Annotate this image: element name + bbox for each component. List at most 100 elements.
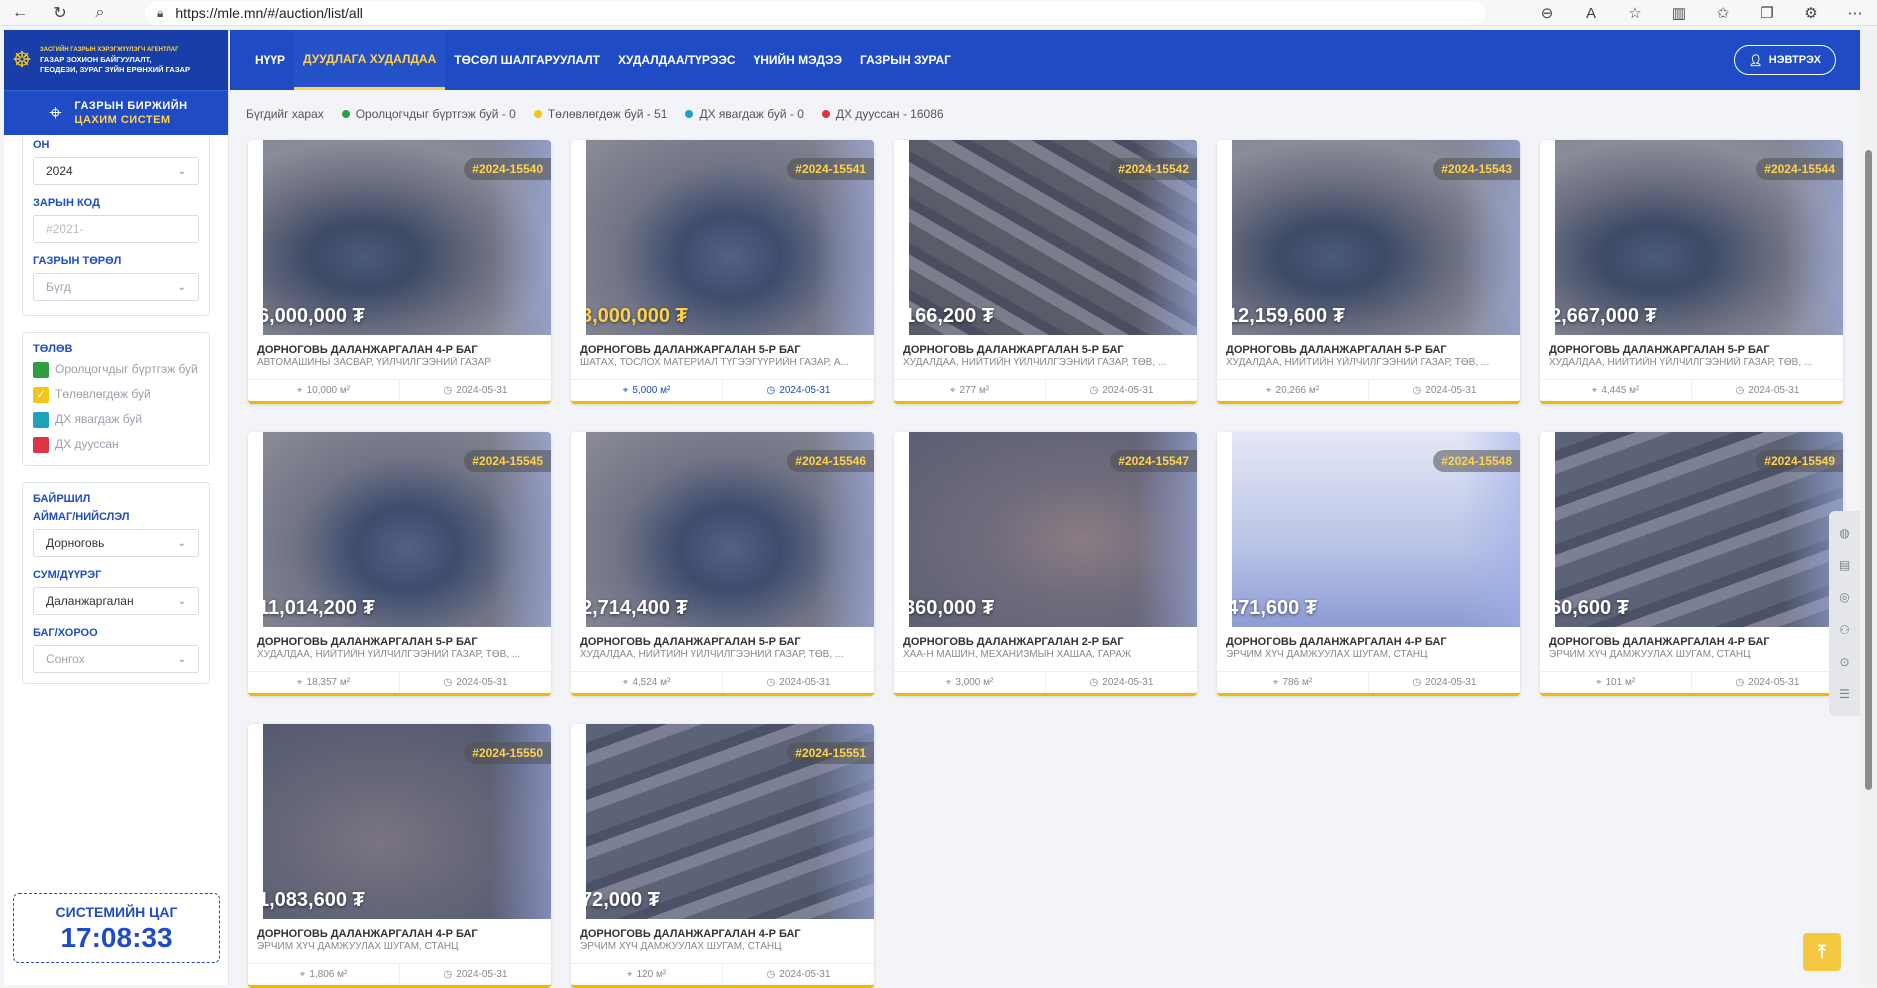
checkbox-icon[interactable] [33, 412, 49, 428]
more-icon[interactable]: ⋯ [1833, 4, 1877, 22]
nav-price-info[interactable]: ҮНИЙН МЭДЭЭ [745, 30, 851, 90]
list-icon[interactable]: ☰ [1839, 687, 1850, 701]
land-type-value: Бүгд [46, 280, 71, 294]
status-item-in-progress[interactable]: ДХ явагдаж буй [33, 411, 199, 428]
favorite-star-icon[interactable]: ☆ [1613, 4, 1657, 22]
location-panel: БАЙРШИЛ АЙМАГ/НИЙСЛЭЛ Дорноговь ⌄ СУМ/ДҮ… [22, 482, 210, 684]
card-meta: ⌖ 3,000 м² ◷ 2024-05-31 [894, 671, 1197, 693]
code-input[interactable]: #2021- [33, 215, 199, 243]
coins-icon[interactable]: ◎ [1839, 590, 1849, 604]
auction-card[interactable]: #2024-15550 1,083,600 ₮ ДОРНОГОВЬ ДАЛАНЖ… [248, 724, 551, 988]
scroll-to-top-button[interactable]: ⤒ [1803, 933, 1841, 971]
agency-logo[interactable]: ☸ ЗАСГИЙН ГАЗРЫН ХЭРЭГЖҮҮЛЭГЧ АГЕНТЛАГ Г… [4, 30, 228, 90]
auction-card[interactable]: #2024-15549 60,600 ₮ ДОРНОГОВЬ ДАЛАНЖАРГ… [1540, 432, 1843, 696]
search-person-icon[interactable]: ⊙ [1839, 655, 1849, 669]
satellite-image[interactable]: #2024-15544 2,667,000 ₮ [1555, 140, 1843, 335]
scrollbar[interactable] [1860, 30, 1877, 985]
sum-select[interactable]: Даланжаргалан ⌄ [33, 587, 199, 615]
satellite-image[interactable]: #2024-15542 166,200 ₮ [909, 140, 1197, 335]
card-meta: ⌖ 10,000 м² ◷ 2024-05-31 [248, 379, 551, 401]
login-button[interactable]: 👤︎ НЭВТРЭХ [1733, 45, 1836, 75]
area-value: 786 м² [1282, 677, 1313, 688]
legend-finished[interactable]: ДХ дууссан - 16086 [821, 107, 944, 121]
auction-card[interactable]: #2024-15545 11,014,200 ₮ ДОРНОГОВЬ ДАЛАН… [248, 432, 551, 696]
year-select[interactable]: 2024 ⌄ [33, 157, 199, 185]
satellite-image[interactable]: #2024-15548 471,600 ₮ [1232, 432, 1520, 627]
satellite-image[interactable]: #2024-15549 60,600 ₮ [1555, 432, 1843, 627]
legend-in-progress[interactable]: ДХ явагдаж буй - 0 [685, 107, 804, 121]
exchange-line-1: ГАЗРЫН БИРЖИЙН [74, 100, 188, 112]
auction-code-badge: #2024-15541 [787, 158, 874, 180]
status-item-finished[interactable]: ДХ дууссан [33, 436, 199, 453]
satellite-image[interactable]: #2024-15551 72,000 ₮ [586, 724, 874, 919]
card-date: ◷ 2024-05-31 [1368, 672, 1520, 693]
card-area: ⌖ 5,000 м² [571, 380, 722, 401]
back-icon[interactable]: ← [0, 0, 40, 26]
yellow-dot-icon [533, 110, 542, 118]
checked-checkbox-icon[interactable]: ✓ [33, 387, 49, 403]
nav-land-map[interactable]: ГАЗРЫН ЗУРАГ [851, 30, 960, 90]
split-screen-icon[interactable]: ▥ [1657, 4, 1701, 22]
auction-card[interactable]: #2024-15540 6,000,000 ₮ ДОРНОГОВЬ ДАЛАНЖ… [248, 140, 551, 404]
nav-sale-rent[interactable]: ХУДАЛДАА/ТҮРЭЭС [609, 30, 745, 90]
filter-panel-main: ОН 2024 ⌄ ЗАРЫН КОД #2021- ГАЗРЫН ТӨРӨЛ … [22, 135, 210, 316]
legend-label: ДХ дууссан - 16086 [835, 107, 944, 121]
auction-card[interactable]: #2024-15551 72,000 ₮ ДОРНОГОВЬ ДАЛАНЖАРГ… [571, 724, 874, 988]
lock-icon: 🔒︎ [157, 5, 164, 20]
satellite-image[interactable]: #2024-15550 1,083,600 ₮ [263, 724, 551, 919]
auction-card[interactable]: #2024-15546 2,714,400 ₮ ДОРНОГОВЬ ДАЛАНЖ… [571, 432, 874, 696]
zoom-out-icon[interactable]: ⊖ [1525, 4, 1569, 22]
price-label: 1,083,600 ₮ [263, 889, 365, 911]
document-icon[interactable]: ▤ [1839, 558, 1850, 572]
satellite-image[interactable]: #2024-15546 2,714,400 ₮ [586, 432, 874, 627]
auction-card[interactable]: #2024-15542 166,200 ₮ ДОРНОГОВЬ ДАЛАНЖАР… [894, 140, 1197, 404]
checkbox-icon[interactable] [33, 362, 49, 378]
extensions-icon[interactable]: ⚙ [1789, 4, 1833, 22]
nav-project-selection[interactable]: ТӨСӨЛ ШАЛГАРУУЛАЛТ [445, 30, 609, 90]
auction-card[interactable]: #2024-15541 3,000,000 ₮ ДОРНОГОВЬ ДАЛАНЖ… [571, 140, 874, 404]
quick-tools-rail: ◍ ▤ ◎ ⚇ ⊙ ☰ [1829, 511, 1860, 716]
teal-dot-icon [685, 110, 694, 118]
satellite-image[interactable]: #2024-15541 3,000,000 ₮ [586, 140, 874, 335]
favorites-icon[interactable]: ✩ [1701, 4, 1745, 22]
nav-home[interactable]: НҮҮР [246, 30, 294, 90]
person-icon[interactable]: ⚇ [1839, 623, 1850, 637]
chevron-down-icon: ⌄ [177, 165, 186, 177]
bag-select[interactable]: Сонгох ⌄ [33, 645, 199, 673]
legend-planned[interactable]: Төлөвлөгдөж буй - 51 [533, 107, 667, 121]
satellite-image[interactable]: #2024-15543 12,159,600 ₮ [1232, 140, 1520, 335]
legend-all[interactable]: Бүгдийг харах [246, 107, 324, 121]
auction-card[interactable]: #2024-15544 2,667,000 ₮ ДОРНОГОВЬ ДАЛАНЖ… [1540, 140, 1843, 404]
year-label: ОН [33, 139, 50, 151]
status-item-registering[interactable]: Оролцогчдыг бүртгэж буй [33, 361, 199, 378]
date-value: 2024-05-31 [1102, 385, 1154, 396]
collections-icon[interactable]: ❐ [1745, 4, 1789, 22]
land-type-select[interactable]: Бүгд ⌄ [33, 273, 199, 301]
scrollbar-thumb[interactable] [1865, 150, 1872, 790]
search-icon[interactable]: ⌕ [80, 0, 120, 26]
status-item-planned[interactable]: ✓ Төлөвлөгдөж буй [33, 386, 199, 403]
reload-icon[interactable]: ↻ [40, 0, 80, 26]
auction-card[interactable]: #2024-15548 471,600 ₮ ДОРНОГОВЬ ДАЛАНЖАР… [1217, 432, 1520, 696]
card-location: ДОРНОГОВЬ ДАЛАНЖАРГАЛАН 4-Р БАГ [580, 928, 801, 940]
exchange-logo[interactable]: ⌖ ГАЗРЫН БИРЖИЙН ЦАХИМ СИСТЕМ [4, 90, 228, 135]
card-date: ◷ 2024-05-31 [722, 672, 874, 693]
nav-auction[interactable]: ДУУДЛАГА ХУДАЛДАА [294, 30, 446, 90]
card-purpose: ЭРЧИМ ХҮЧ ДАМЖУУЛАХ ШУГАМ, СТАНЦ [580, 941, 782, 952]
auction-card[interactable]: #2024-15543 12,159,600 ₮ ДОРНОГОВЬ ДАЛАН… [1217, 140, 1520, 404]
code-label: ЗАРЫН КОД [33, 197, 100, 209]
address-bar[interactable]: 🔒︎ https://mle.mn/#/auction/list/all [145, 1, 1485, 25]
card-meta: ⌖ 20,266 м² ◷ 2024-05-31 [1217, 379, 1520, 401]
auction-card[interactable]: #2024-15547 360,000 ₮ ДОРНОГОВЬ ДАЛАНЖАР… [894, 432, 1197, 696]
satellite-image[interactable]: #2024-15545 11,014,200 ₮ [263, 432, 551, 627]
date-value: 2024-05-31 [456, 969, 508, 980]
satellite-image[interactable]: #2024-15540 6,000,000 ₮ [263, 140, 551, 335]
card-date: ◷ 2024-05-31 [399, 964, 551, 985]
soyombo-emblem-icon: ☸ [12, 47, 32, 72]
satellite-image[interactable]: #2024-15547 360,000 ₮ [909, 432, 1197, 627]
legend-registering[interactable]: Оролцогчдыг бүртгэж буй - 0 [341, 107, 516, 121]
checkbox-icon[interactable] [33, 437, 49, 453]
globe-icon[interactable]: ◍ [1839, 526, 1849, 540]
aimag-select[interactable]: Дорноговь ⌄ [33, 529, 199, 557]
read-aloud-icon[interactable]: A [1569, 5, 1613, 22]
